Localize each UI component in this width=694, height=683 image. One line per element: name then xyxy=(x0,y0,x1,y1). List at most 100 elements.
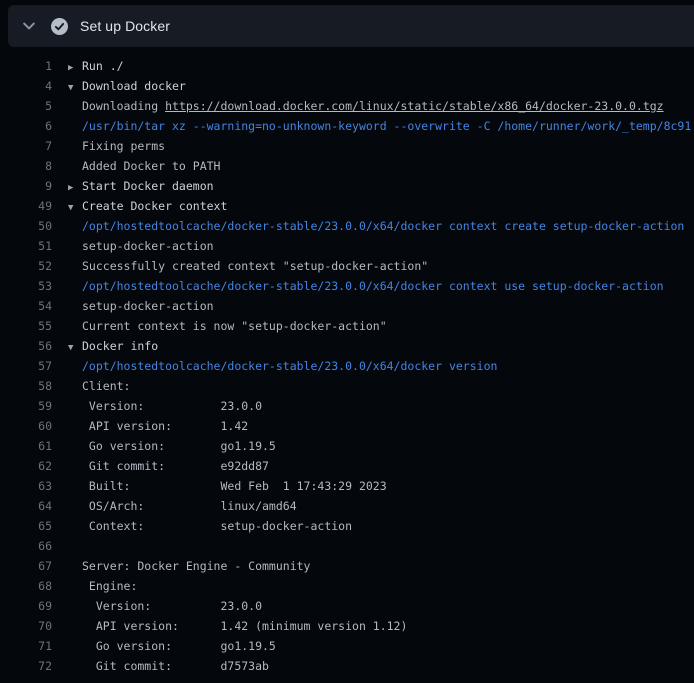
line-number[interactable]: 4 xyxy=(0,76,52,96)
group-expanded-icon[interactable]: ▼ xyxy=(68,338,82,358)
log-row: 71 Go version: go1.19.5 xyxy=(0,636,694,656)
log-row: 65 Context: setup-docker-action xyxy=(0,516,694,536)
log-row: 59 Version: 23.0.0 xyxy=(0,396,694,416)
log-row: 61 Go version: go1.19.5 xyxy=(0,436,694,456)
group-expanded-icon[interactable]: ▼ xyxy=(68,78,82,98)
log-text: Server: Docker Engine - Community xyxy=(82,556,310,576)
log-group-row[interactable]: 1 ▶Run ./ xyxy=(0,56,694,76)
step-header[interactable]: Set up Docker xyxy=(8,5,694,47)
line-number[interactable]: 53 xyxy=(0,276,52,296)
log-group-title: Create Docker context xyxy=(82,196,227,216)
log-row: 8 Added Docker to PATH xyxy=(0,156,694,176)
line-number[interactable]: 70 xyxy=(0,616,52,636)
log-row: 52 Successfully created context "setup-do… xyxy=(0,256,694,276)
log-command-text: /opt/hostedtoolcache/docker-stable/23.0.… xyxy=(82,216,684,236)
log-group-row[interactable]: 4 ▼Download docker xyxy=(0,76,694,96)
line-number[interactable]: 61 xyxy=(0,436,52,456)
log-row: 66 xyxy=(0,536,694,556)
log-row: 72 Git commit: d7573ab xyxy=(0,656,694,676)
line-number[interactable]: 72 xyxy=(0,656,52,676)
log-text: Fixing perms xyxy=(82,136,165,156)
log-row: 51 setup-docker-action xyxy=(0,236,694,256)
log-group-row[interactable]: 56 ▼Docker info xyxy=(0,336,694,356)
actions-log-panel: Set up Docker 1▶Run ./4▼Download docker5… xyxy=(0,0,694,683)
log-group-title: Download docker xyxy=(82,76,186,96)
log-row: 60 API version: 1.42 xyxy=(0,416,694,436)
log-row: 54setup-docker-action xyxy=(0,296,694,316)
log-text: Client: xyxy=(82,376,130,396)
log-text: Version: 23.0.0 xyxy=(82,596,262,616)
line-number[interactable]: 49 xyxy=(0,196,52,216)
log-group-title: Start Docker daemon xyxy=(82,176,214,196)
line-number[interactable]: 64 xyxy=(0,496,52,516)
log-row: 67 Server: Docker Engine - Community xyxy=(0,556,694,576)
log-text: Git commit: d7573ab xyxy=(82,656,269,676)
log-row: 68 Engine: xyxy=(0,576,694,596)
log-row: 50/opt/hostedtoolcache/docker-stable/23.… xyxy=(0,216,694,236)
log-text: Go version: go1.19.5 xyxy=(82,436,276,456)
line-number[interactable]: 52 xyxy=(0,256,52,276)
log-row: 64 OS/Arch: linux/amd64 xyxy=(0,496,694,516)
line-number[interactable]: 57 xyxy=(0,356,52,376)
line-number[interactable]: 71 xyxy=(0,636,52,656)
line-number[interactable]: 66 xyxy=(0,536,52,556)
chevron-down-icon[interactable] xyxy=(18,15,40,37)
log-row: 55 Current context is now "setup-docker-a… xyxy=(0,316,694,336)
log-viewer: 1▶Run ./4▼Download docker5Downloading ht… xyxy=(0,47,694,683)
log-text: OS/Arch: linux/amd64 xyxy=(82,496,297,516)
log-link[interactable]: https://download.docker.com/linux/static… xyxy=(165,99,664,113)
line-number[interactable]: 54 xyxy=(0,296,52,316)
line-number[interactable]: 58 xyxy=(0,376,52,396)
log-text: Context: setup-docker-action xyxy=(82,516,352,536)
line-number[interactable]: 67 xyxy=(0,556,52,576)
line-number[interactable]: 69 xyxy=(0,596,52,616)
log-row: 5 Downloading https://download.docker.com… xyxy=(0,96,694,116)
line-number[interactable]: 6 xyxy=(0,116,52,136)
line-number[interactable]: 65 xyxy=(0,516,52,536)
line-number[interactable]: 63 xyxy=(0,476,52,496)
log-text: setup-docker-action xyxy=(82,236,214,256)
log-command-text: /usr/bin/tar xz --warning=no-unknown-key… xyxy=(82,116,691,136)
group-collapsed-icon[interactable]: ▶ xyxy=(68,178,82,198)
log-text: Successfully created context "setup-dock… xyxy=(82,256,428,276)
line-number[interactable]: 9 xyxy=(0,176,52,196)
log-text: API version: 1.42 (minimum version 1.12) xyxy=(82,616,407,636)
group-expanded-icon[interactable]: ▼ xyxy=(68,198,82,218)
step-title: Set up Docker xyxy=(80,18,170,34)
log-row: 62 Git commit: e92dd87 xyxy=(0,456,694,476)
line-number[interactable]: 60 xyxy=(0,416,52,436)
log-text: Built: Wed Feb 1 17:43:29 2023 xyxy=(82,476,387,496)
log-row: 53/opt/hostedtoolcache/docker-stable/23.… xyxy=(0,276,694,296)
log-row: 7 Fixing perms xyxy=(0,136,694,156)
log-group-title: Docker info xyxy=(82,336,158,356)
log-command-text: /opt/hostedtoolcache/docker-stable/23.0.… xyxy=(82,276,664,296)
log-row: 57/opt/hostedtoolcache/docker-stable/23.… xyxy=(0,356,694,376)
log-text: Go version: go1.19.5 xyxy=(82,636,276,656)
log-text: Added Docker to PATH xyxy=(82,156,220,176)
log-group-row[interactable]: 9 ▶Start Docker daemon xyxy=(0,176,694,196)
check-circle-icon xyxy=(51,18,68,35)
log-row: 70 API version: 1.42 (minimum version 1.… xyxy=(0,616,694,636)
line-number[interactable]: 1 xyxy=(0,56,52,76)
line-number[interactable]: 62 xyxy=(0,456,52,476)
log-group-row[interactable]: 49 ▼Create Docker context xyxy=(0,196,694,216)
log-row: 6/usr/bin/tar xz --warning=no-unknown-ke… xyxy=(0,116,694,136)
log-text: API version: 1.42 xyxy=(82,416,248,436)
log-text: Current context is now "setup-docker-act… xyxy=(82,316,387,336)
line-number[interactable]: 50 xyxy=(0,216,52,236)
line-number[interactable]: 55 xyxy=(0,316,52,336)
line-number[interactable]: 56 xyxy=(0,336,52,356)
log-row: 58 Client: xyxy=(0,376,694,396)
line-number[interactable]: 68 xyxy=(0,576,52,596)
line-number[interactable]: 5 xyxy=(0,96,52,116)
line-number[interactable]: 59 xyxy=(0,396,52,416)
log-text: Downloading https://download.docker.com/… xyxy=(82,96,664,116)
log-group-title: Run ./ xyxy=(82,56,124,76)
line-number[interactable]: 8 xyxy=(0,156,52,176)
group-collapsed-icon[interactable]: ▶ xyxy=(68,58,82,78)
line-number[interactable]: 51 xyxy=(0,236,52,256)
line-number[interactable]: 7 xyxy=(0,136,52,156)
log-command-text: /opt/hostedtoolcache/docker-stable/23.0.… xyxy=(82,356,497,376)
log-row: 63 Built: Wed Feb 1 17:43:29 2023 xyxy=(0,476,694,496)
log-text: Engine: xyxy=(82,576,137,596)
